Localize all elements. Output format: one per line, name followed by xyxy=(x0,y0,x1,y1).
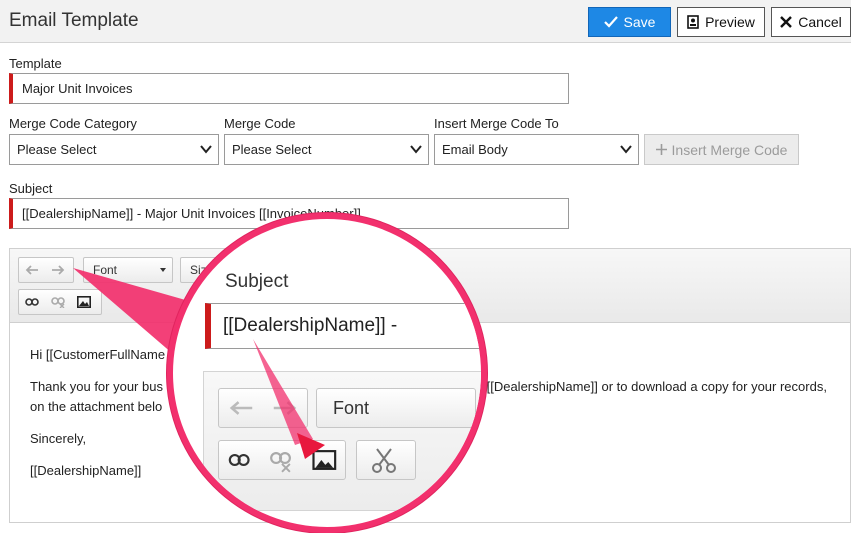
insert-merge-code-button[interactable]: Insert Merge Code xyxy=(644,134,799,165)
template-input-value: Major Unit Invoices xyxy=(22,81,133,96)
insert-merge-code-label: Insert Merge Code xyxy=(671,141,788,158)
magnified-arrow xyxy=(253,339,325,459)
link-icon xyxy=(25,298,39,306)
body-paragraph-tail: from [[DealershipName]] or to download a… xyxy=(457,379,827,414)
cancel-button-label: Cancel xyxy=(798,14,842,30)
merge-code-select[interactable]: Please Select xyxy=(224,134,429,165)
preview-icon xyxy=(687,15,699,29)
undo-icon xyxy=(25,265,38,275)
image-button[interactable] xyxy=(71,290,97,314)
font-dropdown[interactable]: Font xyxy=(83,257,173,283)
font-dropdown-label: Font xyxy=(93,263,118,277)
preview-button-label: Preview xyxy=(705,14,755,30)
preview-button[interactable]: Preview xyxy=(677,7,765,37)
redo-icon xyxy=(52,265,65,275)
save-button[interactable]: Save xyxy=(588,7,671,37)
undo-redo-group xyxy=(18,257,74,283)
title-bar: Email Template Save Preview Cancel xyxy=(0,0,851,43)
merge-code-category-select[interactable]: Please Select xyxy=(9,134,219,165)
cancel-button[interactable]: Cancel xyxy=(771,7,851,37)
insert-to-select[interactable]: Email Body xyxy=(434,134,639,165)
page-title: Email Template xyxy=(9,10,139,31)
undo-button[interactable] xyxy=(19,258,45,282)
save-icon xyxy=(603,16,618,28)
link-button[interactable] xyxy=(19,290,45,314)
template-input[interactable]: Major Unit Invoices xyxy=(9,73,569,104)
subject-label: Subject xyxy=(9,181,53,196)
links-group xyxy=(18,289,102,315)
insert-to-label: Insert Merge Code To xyxy=(434,116,559,131)
save-button-label: Save xyxy=(623,14,656,30)
chevron-down-icon xyxy=(620,145,632,154)
insert-to-value: Email Body xyxy=(442,142,508,157)
unlink-button[interactable] xyxy=(45,290,71,314)
redo-button[interactable] xyxy=(45,258,71,282)
image-icon xyxy=(77,296,91,308)
unlink-icon xyxy=(51,297,65,308)
zoom-magnifier: Subject [[DealershipName]] - Font xyxy=(167,213,487,533)
template-label: Template xyxy=(9,56,62,71)
chevron-down-icon xyxy=(200,145,212,154)
body-paragraph-start: Thank you for your bus xyxy=(30,379,163,394)
body-paragraph-line2: on the attachment belo xyxy=(30,399,163,414)
merge-code-value: Please Select xyxy=(232,142,312,157)
close-icon xyxy=(780,16,793,28)
plus-icon xyxy=(655,144,667,155)
merge-code-category-value: Please Select xyxy=(17,142,97,157)
merge-code-label: Merge Code xyxy=(224,116,296,131)
merge-code-category-label: Merge Code Category xyxy=(9,116,137,131)
chevron-down-icon xyxy=(410,145,422,154)
